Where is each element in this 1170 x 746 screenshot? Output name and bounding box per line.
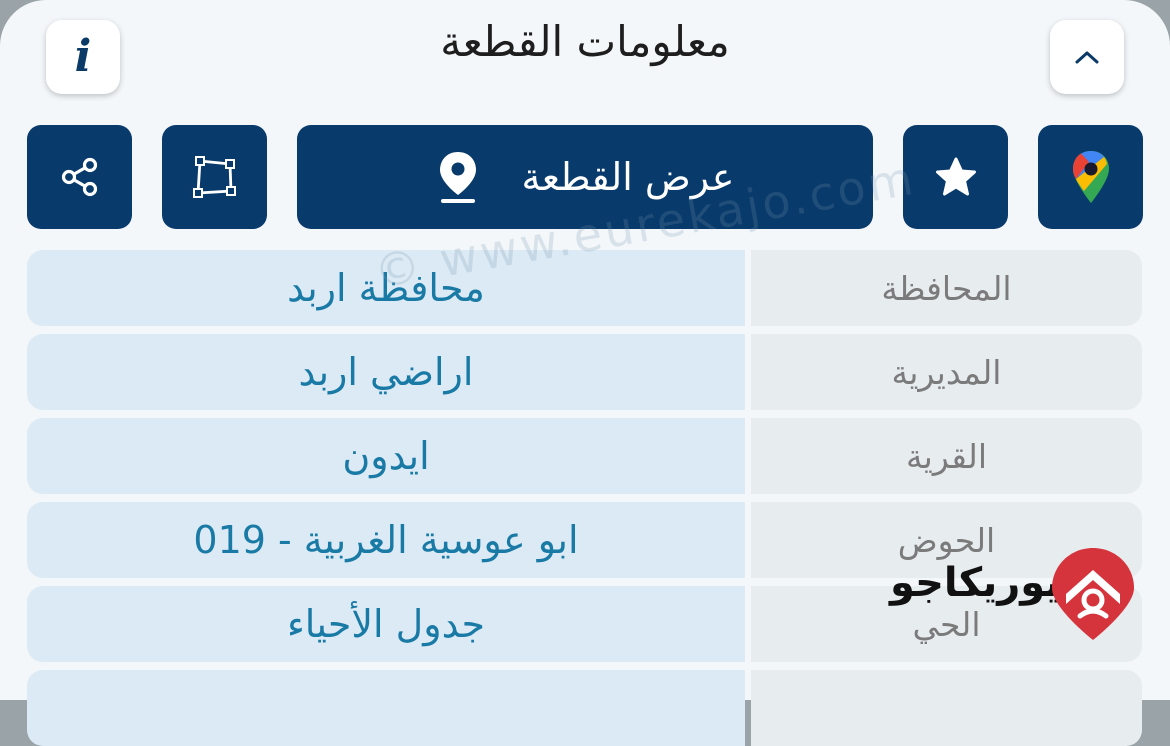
view-plot-button[interactable]: عرض القطعة bbox=[297, 125, 873, 229]
share-button[interactable] bbox=[27, 125, 132, 229]
google-maps-icon bbox=[1072, 151, 1109, 203]
info-row-label bbox=[751, 670, 1142, 746]
collapse-button[interactable] bbox=[1050, 20, 1124, 94]
favorite-button[interactable] bbox=[903, 125, 1008, 229]
info-row-value bbox=[27, 670, 745, 746]
map-pin-icon bbox=[439, 152, 476, 203]
eurekajo-logo-icon bbox=[1052, 548, 1134, 640]
page-title: معلومات القطعة bbox=[440, 17, 730, 66]
polygon-icon bbox=[192, 156, 236, 198]
info-row-village: ايدون القرية bbox=[27, 418, 1142, 494]
plot-info-sheet: i معلومات القطعة عرض القطعة محافظة اربد … bbox=[0, 0, 1170, 746]
info-row-governorate: محافظة اربد المحافظة bbox=[27, 250, 1142, 326]
info-row-value: ابو عوسية الغربية - 019 bbox=[27, 502, 745, 578]
info-row-value: محافظة اربد bbox=[27, 250, 745, 326]
share-icon bbox=[61, 157, 97, 197]
logo-text: يوريكاجو bbox=[890, 560, 1061, 606]
polygon-button[interactable] bbox=[162, 125, 267, 229]
google-maps-button[interactable] bbox=[1038, 125, 1143, 229]
info-row-value: ايدون bbox=[27, 418, 745, 494]
info-row-value: اراضي اربد bbox=[27, 334, 745, 410]
star-icon bbox=[935, 157, 976, 196]
info-icon: i bbox=[74, 31, 92, 82]
info-row-label: المحافظة bbox=[751, 250, 1142, 326]
info-row-label: القرية bbox=[751, 418, 1142, 494]
info-row-next bbox=[27, 670, 1142, 746]
info-button[interactable]: i bbox=[46, 20, 120, 94]
view-plot-label: عرض القطعة bbox=[521, 155, 735, 199]
info-row-label: المديرية bbox=[751, 334, 1142, 410]
info-row-directorate: اراضي اربد المديرية bbox=[27, 334, 1142, 410]
info-row-value: جدول الأحياء bbox=[27, 586, 745, 662]
chevron-up-icon bbox=[1075, 51, 1099, 64]
